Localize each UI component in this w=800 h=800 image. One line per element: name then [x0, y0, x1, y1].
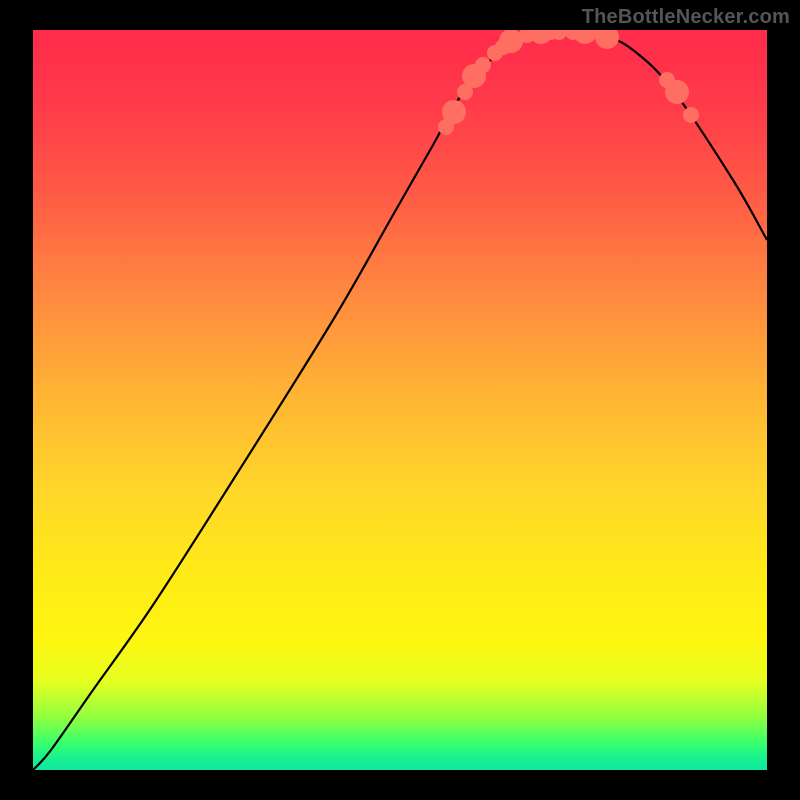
bottleneck-curve — [33, 30, 767, 770]
data-marker — [595, 30, 619, 49]
curve-path — [33, 31, 767, 770]
data-markers — [438, 30, 699, 135]
data-marker — [665, 80, 689, 104]
data-marker — [573, 30, 597, 44]
watermark-text: TheBottleNecker.com — [582, 6, 790, 29]
plot-area — [33, 30, 767, 770]
data-marker — [683, 107, 699, 123]
chart-frame: TheBottleNecker.com — [0, 0, 800, 800]
data-marker — [475, 57, 491, 73]
data-marker — [442, 100, 466, 124]
